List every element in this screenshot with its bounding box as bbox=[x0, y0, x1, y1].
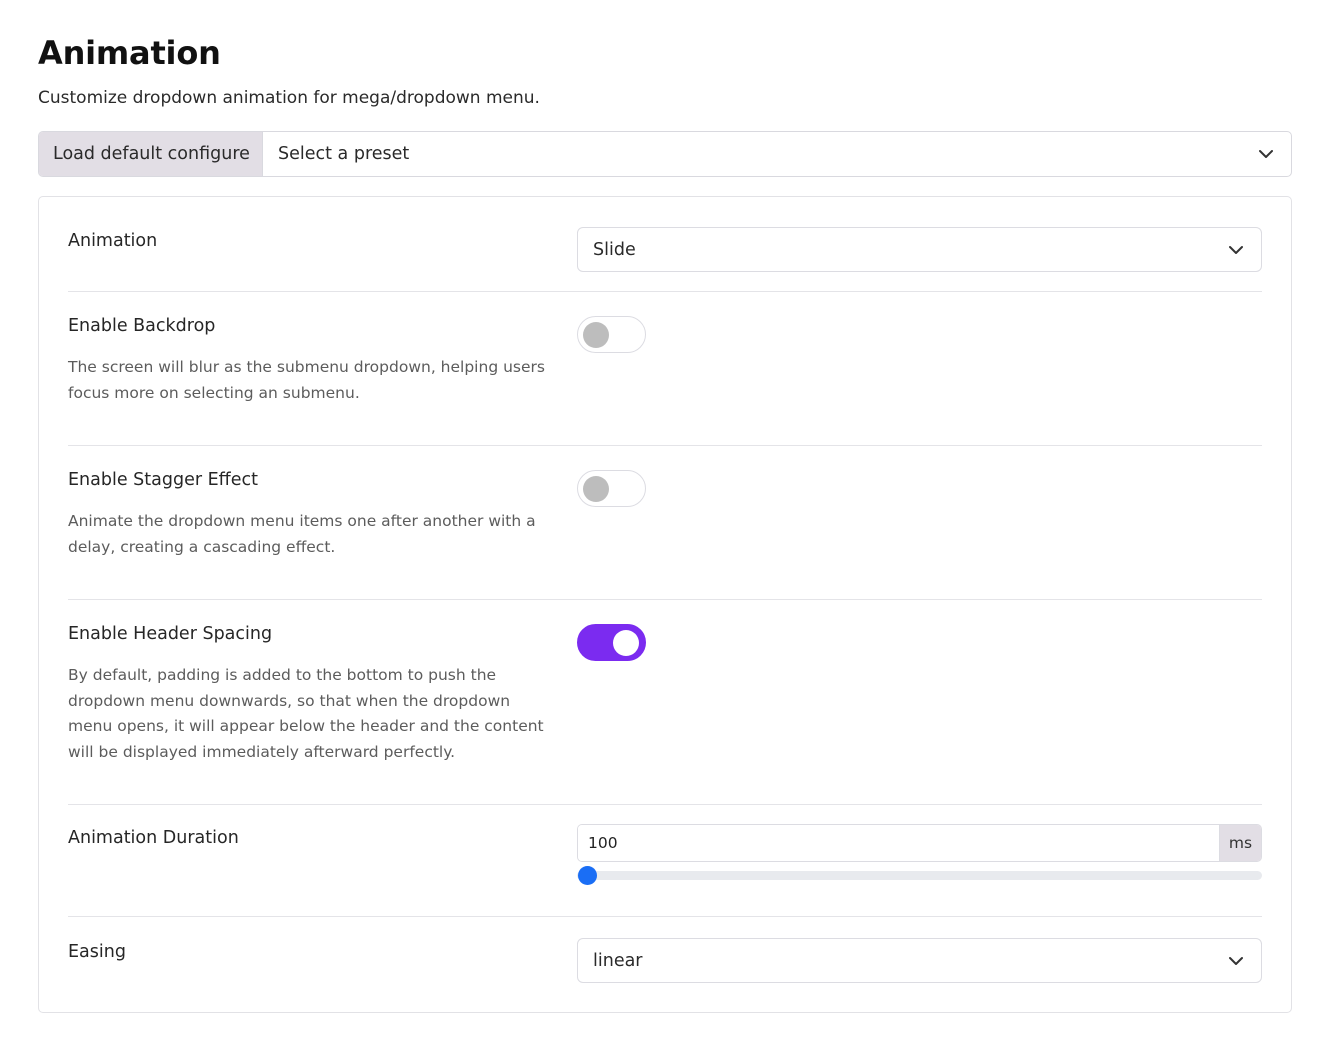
stagger-description: Animate the dropdown menu items one afte… bbox=[68, 512, 536, 556]
header-spacing-description: By default, padding is added to the bott… bbox=[68, 666, 544, 761]
divider bbox=[68, 291, 1262, 292]
backdrop-description: The screen will blur as the submenu drop… bbox=[68, 358, 545, 402]
preset-group: Load default configure Select a preset bbox=[38, 131, 1292, 177]
duration-label: Animation Duration bbox=[68, 828, 239, 848]
stagger-label: Enable Stagger Effect bbox=[68, 470, 258, 490]
page-title: Animation bbox=[38, 34, 221, 72]
preset-select-value: Select a preset bbox=[278, 144, 410, 164]
duration-input-group: ms bbox=[577, 824, 1262, 862]
easing-label: Easing bbox=[68, 942, 126, 962]
divider bbox=[68, 445, 1262, 446]
toggle-knob bbox=[583, 476, 609, 502]
animation-select-value: Slide bbox=[593, 239, 636, 260]
toggle-knob bbox=[583, 322, 609, 348]
easing-select-value: linear bbox=[593, 950, 643, 971]
toggle-knob bbox=[613, 630, 639, 656]
divider bbox=[68, 599, 1262, 600]
duration-slider-track[interactable] bbox=[577, 871, 1262, 880]
header-spacing-toggle[interactable] bbox=[577, 624, 646, 661]
divider bbox=[68, 804, 1262, 805]
load-default-button[interactable]: Load default configure bbox=[39, 132, 263, 176]
stagger-toggle[interactable] bbox=[577, 470, 646, 507]
preset-select[interactable]: Select a preset bbox=[263, 132, 1291, 176]
divider bbox=[68, 916, 1262, 917]
duration-input[interactable] bbox=[578, 825, 1219, 861]
backdrop-toggle[interactable] bbox=[577, 316, 646, 353]
settings-card bbox=[38, 196, 1292, 1013]
page-subtitle: Customize dropdown animation for mega/dr… bbox=[38, 88, 540, 108]
chevron-down-icon bbox=[1229, 245, 1243, 254]
chevron-down-icon bbox=[1259, 150, 1273, 158]
duration-slider-thumb[interactable] bbox=[578, 866, 597, 885]
animation-select[interactable]: Slide bbox=[577, 227, 1262, 272]
header-spacing-label: Enable Header Spacing bbox=[68, 624, 273, 644]
backdrop-label: Enable Backdrop bbox=[68, 316, 216, 336]
duration-unit: ms bbox=[1219, 825, 1261, 861]
chevron-down-icon bbox=[1229, 956, 1243, 965]
easing-select[interactable]: linear bbox=[577, 938, 1262, 983]
animation-label: Animation bbox=[68, 231, 158, 251]
